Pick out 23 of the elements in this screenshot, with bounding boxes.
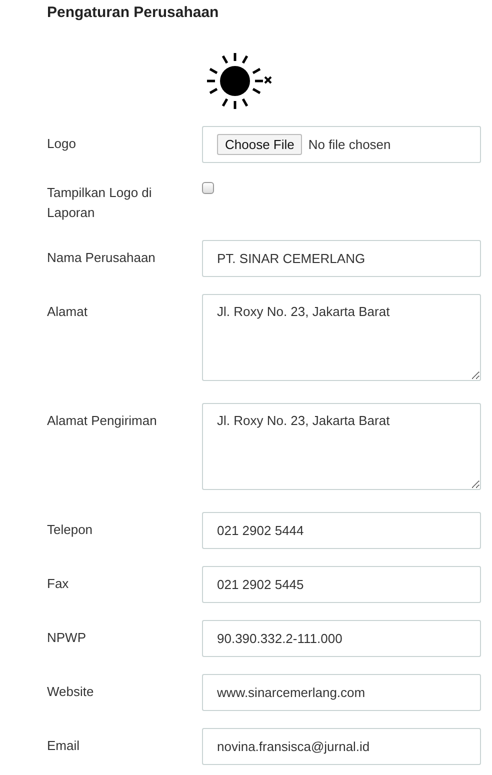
- field-label: Website: [47, 683, 95, 701]
- field-label: Email: [47, 737, 81, 755]
- text-area[interactable]: Jl. Roxy No. 23, Jakarta Barat: [202, 294, 481, 381]
- text-field[interactable]: 90.390.332.2-111.000: [202, 620, 481, 657]
- field-label: Alamat: [47, 303, 88, 321]
- field-label: Alamat Pengiriman: [47, 412, 158, 430]
- field-label: NPWP: [47, 629, 87, 647]
- text-field[interactable]: www.sinarcemerlang.com: [202, 674, 481, 711]
- field-label: Telepon: [47, 521, 94, 539]
- field-label: Fax: [47, 575, 70, 593]
- field-label: Tampilkan Logo di Laporan: [47, 184, 153, 222]
- field-label: Nama Perusahaan: [47, 249, 156, 267]
- text-field[interactable]: novina.fransisca@jurnal.id: [202, 728, 481, 765]
- file-input[interactable]: Choose File No file chosen: [202, 126, 481, 163]
- text-area[interactable]: Jl. Roxy No. 23, Jakarta Barat: [202, 403, 481, 490]
- text-field[interactable]: 021 2902 5445: [202, 566, 481, 603]
- text-field[interactable]: 021 2902 5444: [202, 512, 481, 549]
- text-field[interactable]: PT. SINAR CEMERLANG: [202, 240, 481, 277]
- choose-file-button[interactable]: Choose File: [217, 134, 302, 155]
- field-label: Logo: [47, 135, 77, 153]
- file-status: No file chosen: [308, 137, 391, 152]
- section-title: Pengaturan Perusahaan: [47, 4, 220, 22]
- checkbox[interactable]: [202, 182, 214, 194]
